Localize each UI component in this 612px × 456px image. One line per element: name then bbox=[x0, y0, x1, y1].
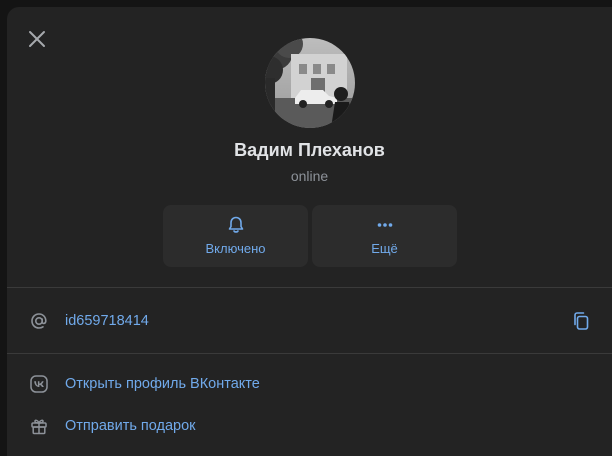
vk-icon bbox=[30, 375, 48, 393]
notifications-label: Включено bbox=[205, 241, 266, 256]
copy-icon bbox=[574, 312, 589, 330]
open-vk-profile-link[interactable]: Открыть профиль ВКонтакте bbox=[65, 376, 260, 392]
username-text[interactable]: id659718414 bbox=[65, 313, 149, 329]
notifications-button[interactable]: Включено bbox=[163, 205, 308, 267]
divider bbox=[7, 353, 612, 354]
profile-status: online bbox=[290, 168, 329, 184]
more-button[interactable]: Ещё bbox=[312, 205, 457, 267]
profile-name: Вадим Плеханов bbox=[234, 140, 385, 160]
avatar-photo bbox=[265, 38, 355, 128]
at-icon bbox=[31, 313, 47, 329]
close-button[interactable] bbox=[25, 27, 49, 51]
avatar[interactable] bbox=[265, 38, 355, 128]
profile-panel: Вадим Плеханов online Включено Ещё id659… bbox=[7, 7, 612, 456]
close-icon bbox=[29, 31, 45, 47]
divider bbox=[7, 287, 612, 288]
open-vk-profile-row[interactable]: Открыть профиль ВКонтакте bbox=[7, 368, 612, 400]
send-gift-row[interactable]: Отправить подарок bbox=[7, 410, 612, 442]
more-label: Ещё bbox=[371, 241, 398, 256]
gift-icon bbox=[31, 419, 47, 435]
more-dots-icon bbox=[377, 223, 392, 227]
send-gift-link[interactable]: Отправить подарок bbox=[65, 418, 196, 434]
username-row[interactable]: id659718414 bbox=[7, 305, 612, 337]
bell-icon bbox=[228, 216, 243, 233]
copy-button[interactable] bbox=[570, 310, 592, 332]
